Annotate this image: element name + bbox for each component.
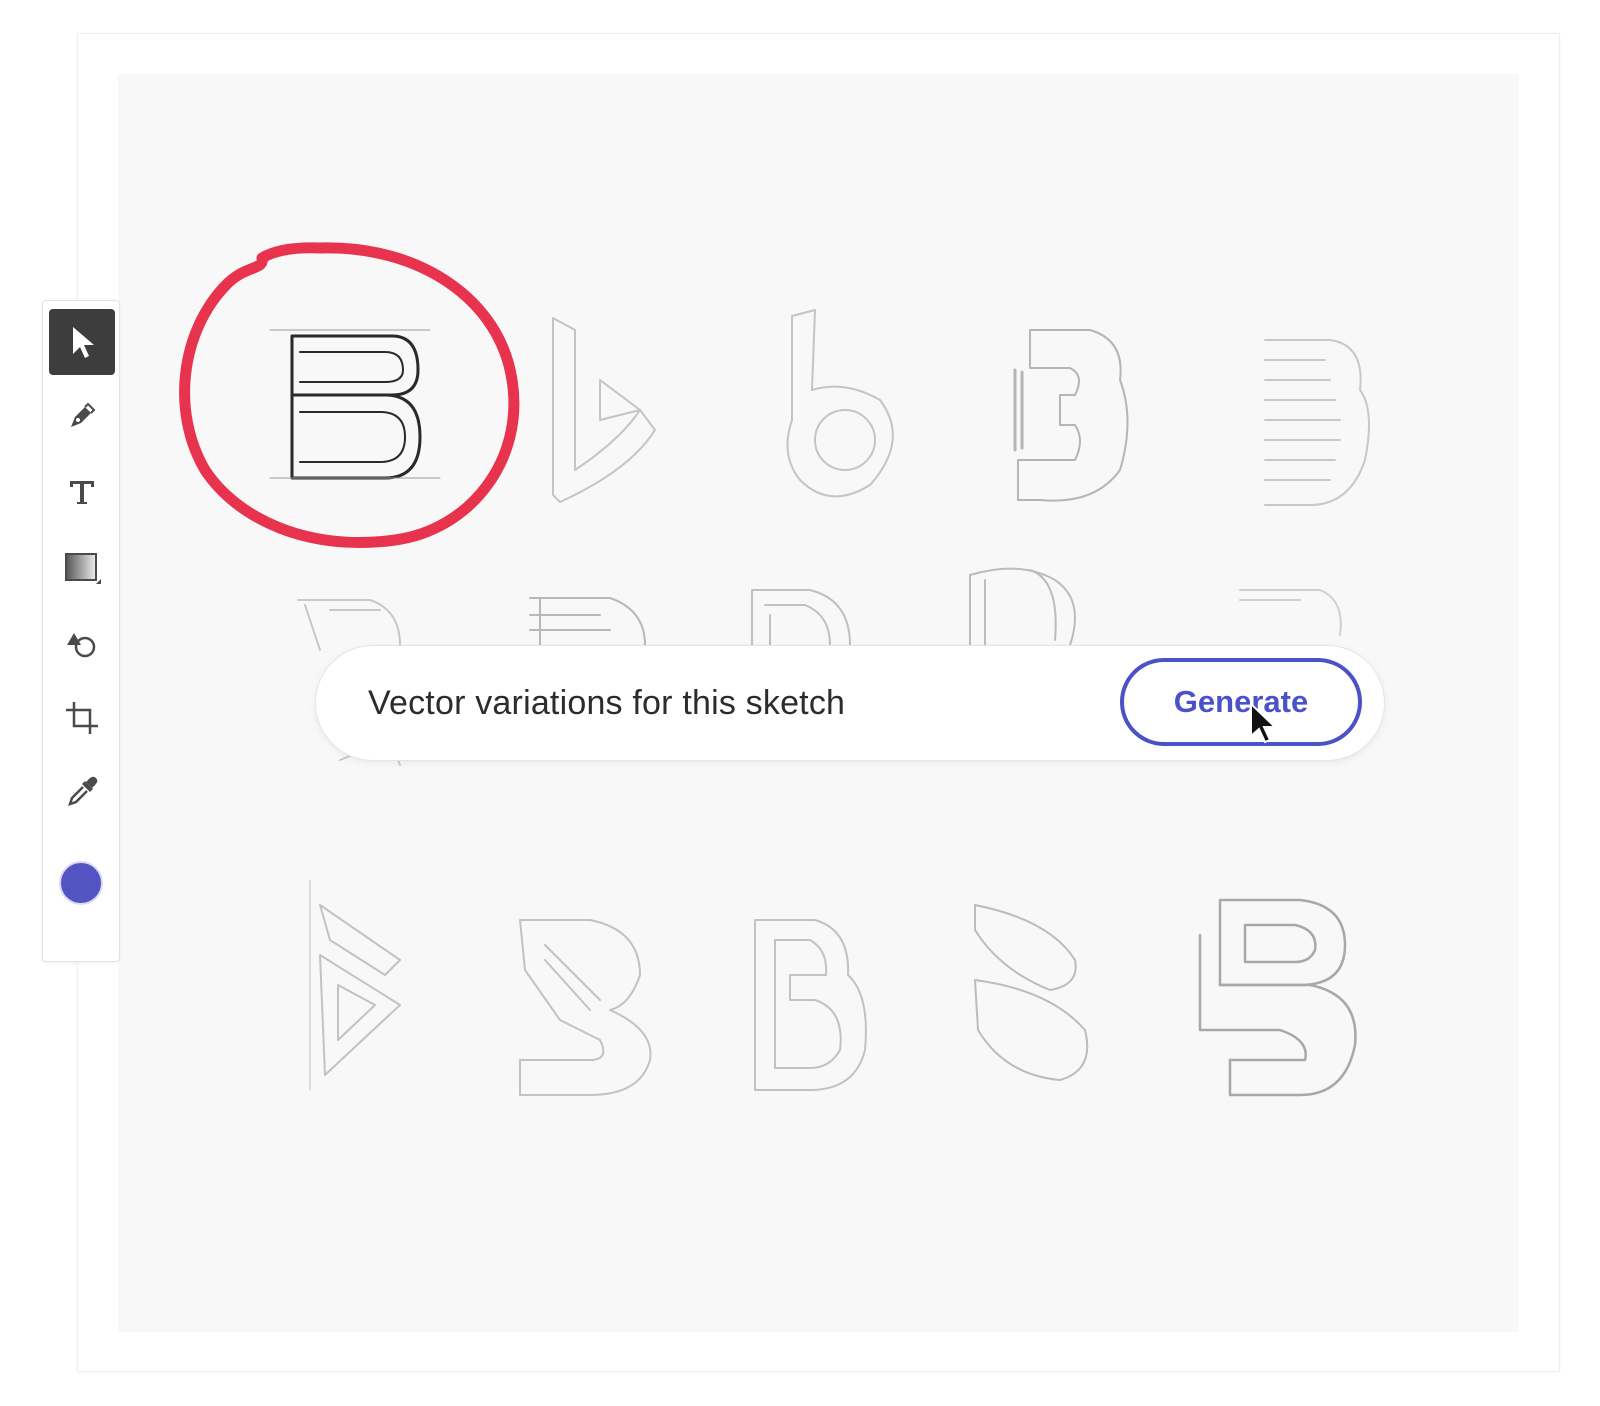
mouse-cursor-icon: [1250, 702, 1278, 744]
prompt-input[interactable]: Vector variations for this sketch: [368, 646, 845, 760]
sketch-9: [969, 567, 1076, 646]
sketch-13: [754, 919, 867, 1091]
artboard-tool-button[interactable]: [49, 685, 115, 751]
sketch-8: [751, 589, 851, 646]
selection-tool-button[interactable]: [49, 309, 115, 375]
type-icon: [70, 481, 94, 504]
type-tool-button[interactable]: [49, 459, 115, 525]
generate-button[interactable]: Generate: [1120, 658, 1362, 746]
selection-arrow-icon: [73, 327, 94, 358]
sketch-4: [1013, 329, 1129, 502]
sketch-15: [1198, 898, 1357, 1097]
artboard-icon: [66, 702, 98, 734]
sketch-12: [519, 919, 652, 1096]
tools-panel: [42, 300, 120, 962]
sketch-5: [1264, 339, 1370, 506]
sketch-11: [309, 879, 401, 1091]
sketch-14: [974, 904, 1089, 1081]
sketch-10: [1239, 589, 1342, 636]
gradient-icon: [65, 553, 101, 584]
pen-icon: [71, 402, 96, 427]
pen-tool-button[interactable]: [49, 383, 115, 449]
eyedropper-icon: [68, 776, 98, 806]
fill-color-swatch[interactable]: [59, 861, 103, 905]
sketch-3: [786, 309, 894, 498]
sketch-7: [529, 597, 646, 646]
gradient-tool-button[interactable]: [49, 535, 115, 601]
shape-tool-button[interactable]: [49, 611, 115, 677]
shape-icon: [67, 633, 96, 658]
eyedropper-tool-button[interactable]: [49, 759, 115, 825]
sketch-1-selected[interactable]: [269, 329, 441, 480]
sketch-2: [552, 317, 656, 503]
generative-prompt-bar: Vector variations for this sketch Genera…: [316, 646, 1384, 760]
